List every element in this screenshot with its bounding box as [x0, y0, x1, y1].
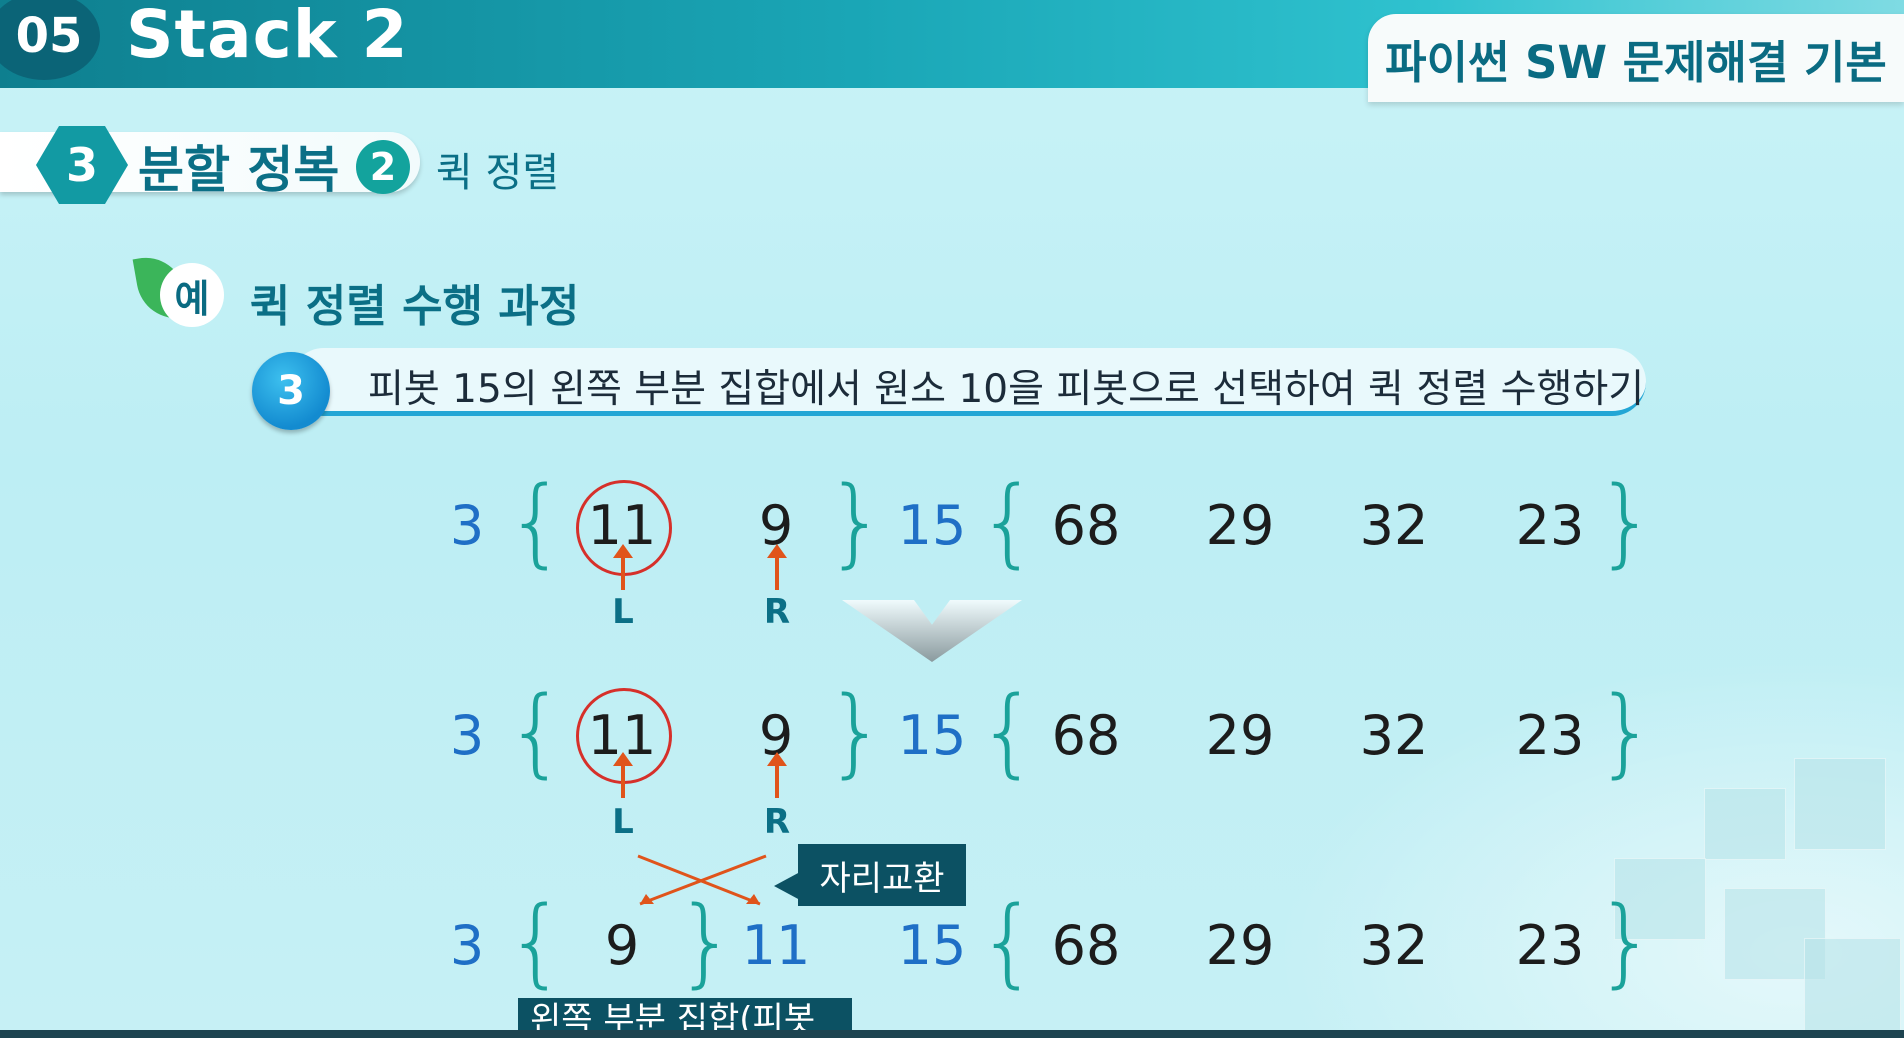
- row1-close-brace: }: [825, 466, 887, 578]
- row2-value: 68: [1051, 704, 1121, 767]
- row3-value: 9: [604, 914, 640, 977]
- left-pointer-arrow: [613, 752, 633, 798]
- row1-value: 3: [449, 494, 485, 557]
- left-pointer-label: L: [612, 802, 634, 842]
- swap-label: 자리교환: [798, 844, 966, 906]
- row3-close-brace: }: [1595, 886, 1657, 998]
- row1-value: 32: [1359, 494, 1429, 557]
- row2-pivot-15: 15: [897, 704, 967, 767]
- row1-open-brace: {: [505, 466, 567, 578]
- course-title: 파이썬 SW 문제해결 기본: [1385, 35, 1887, 89]
- left-pointer-label: L: [612, 592, 634, 632]
- row1-value: 68: [1051, 494, 1121, 557]
- subsection-title: 퀵 정렬: [436, 150, 560, 196]
- subsection-number: 2: [356, 140, 410, 194]
- row2-open-brace: {: [505, 676, 567, 788]
- row2-open-brace: {: [977, 676, 1039, 788]
- row1-close-brace: }: [1595, 466, 1657, 578]
- row2-close-brace: }: [825, 676, 887, 788]
- row3-value: 29: [1205, 914, 1275, 977]
- row3-value: 32: [1359, 914, 1429, 977]
- right-pointer-arrow: [767, 752, 787, 798]
- down-arrow-icon: [842, 600, 1022, 662]
- row3-close-brace: }: [675, 886, 737, 998]
- row1-value: 29: [1205, 494, 1275, 557]
- row3-value: 23: [1515, 914, 1585, 977]
- chapter-title: Stack 2: [126, 0, 409, 73]
- row3-pivot-11: 11: [741, 914, 811, 977]
- section-title: 분할 정복: [138, 141, 340, 199]
- right-pointer-label: R: [763, 802, 791, 842]
- bottom-strip: [0, 1030, 1904, 1038]
- row2-value: 3: [449, 704, 485, 767]
- row2-value: 23: [1515, 704, 1585, 767]
- example-title: 퀵 정렬 수행 과정: [250, 281, 580, 332]
- row3-value: 68: [1051, 914, 1121, 977]
- row3-open-brace: {: [977, 886, 1039, 998]
- right-pointer-label: R: [763, 592, 791, 632]
- step-number: 3: [252, 352, 330, 430]
- row3-pivot-15: 15: [897, 914, 967, 977]
- row2-value: 32: [1359, 704, 1429, 767]
- row2-value: 29: [1205, 704, 1275, 767]
- row3-value: 3: [449, 914, 485, 977]
- course-title-box: 파이썬 SW 문제해결 기본: [1368, 14, 1904, 102]
- example-icon: 예: [132, 251, 230, 333]
- row3-open-brace: {: [505, 886, 567, 998]
- row1-pivot-15: 15: [897, 494, 967, 557]
- right-pointer-arrow: [767, 544, 787, 590]
- row1-value: 23: [1515, 494, 1585, 557]
- swap-label-pointer: [774, 872, 800, 900]
- row1-open-brace: {: [977, 466, 1039, 578]
- left-pointer-arrow: [613, 544, 633, 590]
- row2-close-brace: }: [1595, 676, 1657, 788]
- example-label: 예: [160, 263, 224, 327]
- step-description: 피봇 15의 왼쪽 부분 집합에서 원소 10을 피봇으로 선택하여 퀵 정렬 …: [368, 367, 1645, 412]
